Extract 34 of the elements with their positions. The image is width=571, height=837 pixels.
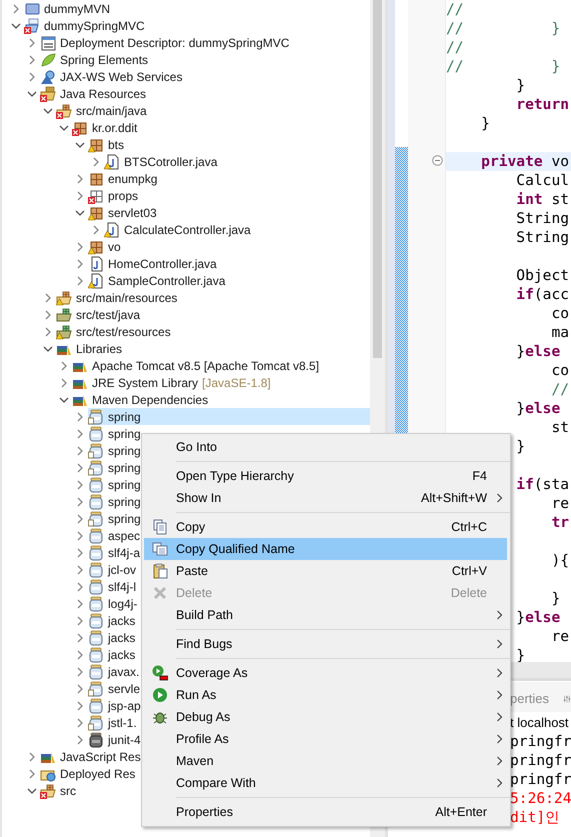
- code-line: tr: [551, 514, 570, 531]
- code-line: private vo: [481, 153, 570, 170]
- code-line: int st: [516, 191, 570, 208]
- code-line: if(acc: [516, 286, 570, 303]
- code-line: // }: [446, 20, 560, 37]
- code-line: }else: [516, 343, 560, 360]
- console-line: pringfr: [510, 751, 571, 770]
- code-line: }: [551, 590, 560, 607]
- code-line: ){: [551, 552, 570, 569]
- console-line: 5:26:24: [510, 789, 571, 808]
- code-line: co: [551, 305, 570, 322]
- code-line: re: [551, 495, 570, 512]
- console-line: pringfr: [510, 732, 571, 751]
- code-line: }else: [516, 400, 560, 417]
- code-line: }else: [516, 609, 560, 626]
- code-line: //: [551, 381, 570, 398]
- code-line: return: [516, 96, 570, 113]
- code-line: // }: [446, 58, 560, 75]
- code-line: //: [446, 39, 464, 56]
- console-line: pringfr: [510, 770, 571, 789]
- code-line: ma: [551, 324, 570, 341]
- code-line: }: [516, 77, 526, 94]
- code-line: //: [446, 1, 464, 18]
- code-line: String: [516, 229, 570, 246]
- code-line: co: [551, 362, 570, 379]
- code-line: String: [516, 210, 570, 227]
- console-line: dit]인: [510, 808, 562, 827]
- code-line: st: [551, 419, 570, 436]
- code-line: re: [551, 628, 570, 645]
- code-line: }: [481, 115, 490, 132]
- code-line: if(sta: [516, 476, 570, 493]
- code-line: }: [516, 438, 526, 455]
- code-line: Calcul: [516, 172, 570, 189]
- code-line: Object: [516, 267, 570, 284]
